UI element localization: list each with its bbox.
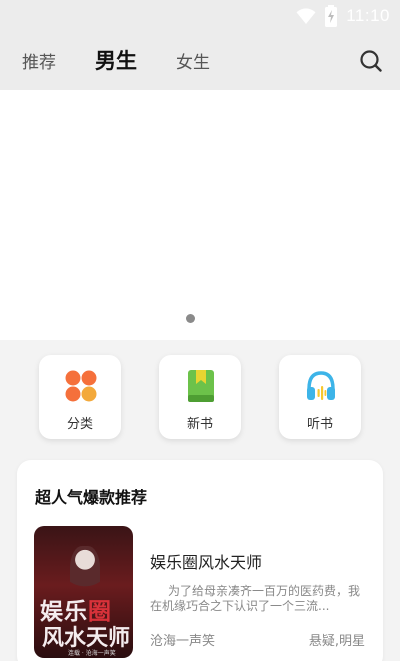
headphones-icon <box>307 371 335 400</box>
wifi-icon <box>296 8 316 24</box>
section-title: 超人气爆款推荐 <box>35 488 148 507</box>
search-icon[interactable] <box>358 48 384 74</box>
book-item[interactable]: 娱乐圈 风水天师 连载 · 沧海一声笑 娱乐圈风水天师 为了给母亲凑齐一百万的医… <box>17 524 383 661</box>
new-books-button[interactable]: 新书 <box>159 355 241 439</box>
channel-tabs: 推荐 男生 女生 <box>0 40 400 80</box>
audiobook-label: 听书 <box>306 417 333 432</box>
battery-icon <box>325 5 338 27</box>
book-icon <box>188 370 214 402</box>
tab-recommend[interactable]: 推荐 <box>22 48 56 73</box>
book-description: 为了给母亲凑齐一百万的医药费，我在机缘巧合之下认识了一个三流... <box>150 584 361 613</box>
banner-carousel[interactable] <box>0 90 400 340</box>
book-author: 沧海一声笑 <box>150 634 216 649</box>
book-cover[interactable]: 娱乐圈 风水天师 连载 · 沧海一声笑 <box>34 526 133 658</box>
book-title: 娱乐圈风水天师 <box>150 553 263 572</box>
top-bar: 11:10 推荐 男生 女生 <box>0 0 400 90</box>
carousel-indicator[interactable] <box>186 314 195 323</box>
status-bar: 11:10 <box>0 0 400 32</box>
cover-caption: 连载 · 沧海一声笑 <box>68 650 116 657</box>
tab-female[interactable]: 女生 <box>176 48 210 73</box>
category-icon <box>65 370 97 402</box>
book-tags: 悬疑,明星 <box>308 634 365 649</box>
new-books-label: 新书 <box>186 417 213 432</box>
category-button[interactable]: 分类 <box>39 355 121 439</box>
category-label: 分类 <box>66 417 93 432</box>
audiobook-button[interactable]: 听书 <box>279 355 361 439</box>
status-time: 11:10 <box>346 6 390 25</box>
recommend-section: 超人气爆款推荐 娱乐圈 风水天师 连载 · 沧海一声笑 娱乐圈风水天师 为了给母… <box>17 460 383 661</box>
tab-male[interactable]: 男生 <box>95 45 137 75</box>
